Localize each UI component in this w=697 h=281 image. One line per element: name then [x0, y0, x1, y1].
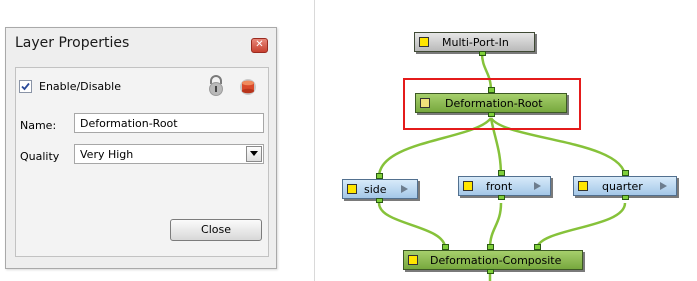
dialog-title: Layer Properties — [15, 35, 130, 51]
name-field[interactable] — [74, 113, 264, 133]
dropdown-arrow-icon[interactable] — [246, 146, 262, 162]
node-enable-icon[interactable] — [347, 184, 357, 194]
close-button[interactable]: Close — [170, 219, 262, 241]
node-multi-port-in[interactable]: Multi-Port-In — [414, 32, 535, 52]
output-port[interactable] — [479, 51, 486, 56]
node-deformation-composite[interactable]: Deformation-Composite — [403, 250, 583, 270]
node-enable-icon[interactable] — [420, 98, 430, 108]
output-port[interactable] — [487, 269, 494, 274]
node-label: Multi-Port-In — [442, 36, 509, 49]
node-label: front — [486, 180, 513, 193]
input-port[interactable] — [442, 244, 449, 250]
play-arrow-icon[interactable] — [660, 182, 667, 190]
node-deformation-root[interactable]: Deformation-Root — [415, 93, 567, 113]
input-port[interactable] — [487, 244, 494, 250]
node-side[interactable]: side — [342, 179, 418, 199]
database-icon[interactable] — [238, 75, 258, 97]
input-port[interactable] — [488, 87, 495, 93]
quality-label: Quality — [20, 150, 60, 163]
node-quarter[interactable]: quarter — [573, 176, 677, 196]
output-port[interactable] — [498, 195, 505, 200]
output-port[interactable] — [622, 195, 629, 200]
node-label: side — [364, 183, 387, 196]
node-label: Deformation-Root — [445, 97, 543, 110]
close-icon[interactable]: ✕ — [251, 38, 268, 53]
output-port[interactable] — [488, 112, 495, 117]
quality-value: Very High — [80, 148, 134, 161]
input-port[interactable] — [534, 244, 541, 250]
checkmark-icon — [21, 82, 30, 91]
node-enable-icon[interactable] — [578, 181, 588, 191]
input-port[interactable] — [498, 170, 505, 176]
node-enable-icon[interactable] — [408, 255, 418, 265]
enable-checkbox[interactable] — [19, 80, 32, 93]
input-port[interactable] — [622, 170, 629, 176]
node-label: Deformation-Composite — [430, 254, 562, 267]
lock-icon[interactable] — [206, 75, 226, 97]
play-arrow-icon[interactable] — [534, 182, 541, 190]
node-label: quarter — [602, 180, 643, 193]
node-enable-icon[interactable] — [419, 37, 429, 47]
enable-disable-label: Enable/Disable — [39, 80, 121, 93]
name-label: Name: — [20, 119, 57, 132]
play-arrow-icon[interactable] — [401, 185, 408, 193]
node-front[interactable]: front — [458, 176, 551, 196]
output-port[interactable] — [376, 198, 383, 203]
quality-select[interactable]: Very High — [74, 144, 264, 164]
node-view[interactable]: Multi-Port-In Deformation-Root side fron… — [314, 0, 697, 281]
input-port[interactable] — [376, 173, 383, 179]
node-enable-icon[interactable] — [463, 181, 473, 191]
layer-properties-dialog: Layer Properties ✕ Enable/Disable Name: … — [5, 27, 277, 269]
